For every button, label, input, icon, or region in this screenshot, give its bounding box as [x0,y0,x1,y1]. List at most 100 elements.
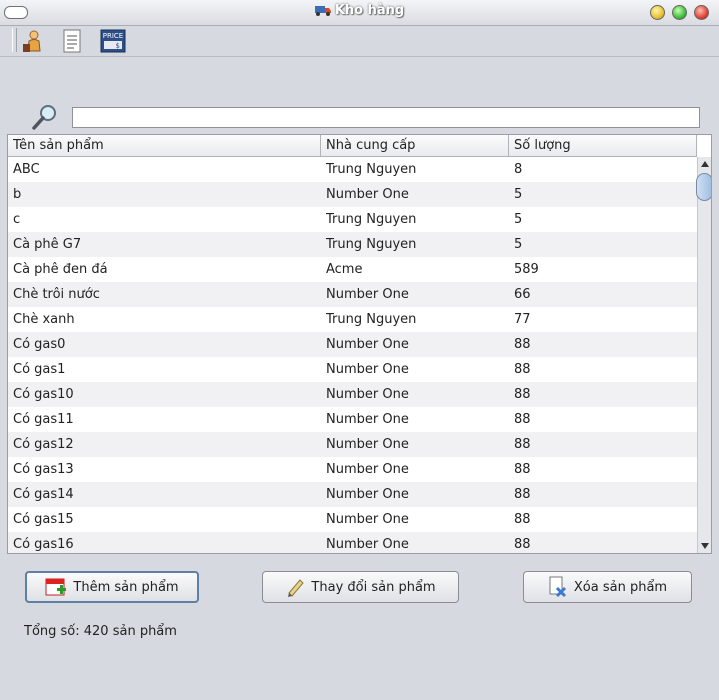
document-button[interactable] [58,27,86,55]
cell-supplier: Trung Nguyen [326,237,417,252]
scroll-thumb[interactable] [696,173,711,201]
toolbar: PRICE $ [0,26,719,57]
cell-quantity: 5 [514,187,523,202]
scroll-up-icon[interactable] [698,158,712,170]
table-row[interactable]: c Trung Nguyen 5 [8,207,697,232]
delete-product-button[interactable]: Xóa sản phẩm [523,571,692,603]
price-tag-text: PRICE [103,32,123,40]
svg-text:$: $ [116,42,120,50]
cell-product-name: b [13,187,22,202]
scroll-down-icon[interactable] [698,540,712,552]
table-row[interactable]: Có gas10 Number One 88 [8,382,697,407]
table-row[interactable]: Chè xanh Trung Nguyen 77 [8,307,697,332]
close-button[interactable] [694,5,709,20]
cell-product-name: Cà phê đen đá [13,262,108,277]
total-count: Tổng số: 420 sản phẩm [24,624,177,639]
cell-product-name: Cà phê G7 [13,237,82,252]
cell-supplier: Trung Nguyen [326,162,417,177]
vertical-scrollbar[interactable] [696,157,712,553]
table-row[interactable]: Cà phê G7 Trung Nguyen 5 [8,232,697,257]
delete-product-label: Xóa sản phẩm [573,579,668,595]
search-icon [32,105,56,130]
cell-quantity: 589 [514,262,539,277]
cell-quantity: 88 [514,387,531,402]
edit-product-button[interactable]: Thay đổi sản phẩm [262,571,459,603]
cell-product-name: Có gas14 [13,487,74,502]
cell-quantity: 88 [514,412,531,427]
truck-icon [314,6,331,16]
cell-product-name: Chè xanh [13,312,75,327]
price-tag-icon: PRICE $ [100,29,126,53]
table-row[interactable]: Có gas1 Number One 88 [8,357,697,382]
cell-quantity: 88 [514,487,531,502]
cell-product-name: Chè trôi nước [13,287,100,302]
title-bar[interactable]: Kho hàng [0,0,719,26]
document-list-icon [63,29,81,53]
cell-supplier: Number One [326,462,409,477]
cell-supplier: Number One [326,362,409,377]
column-header-supplier[interactable]: Nhà cung cấp [321,135,509,156]
column-header-product-name[interactable]: Tên sản phẩm [8,135,321,156]
cell-product-name: Có gas15 [13,512,74,527]
cell-supplier: Trung Nguyen [326,312,417,327]
cell-supplier: Trung Nguyen [326,212,417,227]
search-input[interactable] [72,107,700,128]
cell-quantity: 88 [514,462,531,477]
add-product-button[interactable]: Thêm sản phẩm [25,571,199,603]
cell-quantity: 5 [514,237,523,252]
table-row[interactable]: Có gas0 Number One 88 [8,332,697,357]
minimize-button[interactable] [650,5,665,20]
table-row[interactable]: Chè trôi nước Number One 66 [8,282,697,307]
table-row[interactable]: Có gas16 Number One 88 [8,532,697,553]
maximize-button[interactable] [672,5,687,20]
calendar-add-icon [45,578,67,596]
pencil-icon [288,579,305,597]
cell-supplier: Number One [326,437,409,452]
cell-quantity: 88 [514,437,531,452]
table-row[interactable]: ABC Trung Nguyen 8 [8,157,697,182]
cell-product-name: Có gas1 [13,362,66,377]
cell-product-name: Có gas0 [13,337,66,352]
price-button[interactable]: PRICE $ [99,27,127,55]
table-row[interactable]: Có gas12 Number One 88 [8,432,697,457]
cell-product-name: ABC [13,162,40,177]
supplier-button[interactable] [18,27,46,55]
table-row[interactable]: Cà phê đen đá Acme 589 [8,257,697,282]
cell-quantity: 8 [514,162,523,177]
table-row[interactable]: b Number One 5 [8,182,697,207]
table-row[interactable]: Có gas14 Number One 88 [8,482,697,507]
table-row[interactable]: Có gas11 Number One 88 [8,407,697,432]
table-body: ABC Trung Nguyen 8 b Number One 5 c Trung Nguye… [8,157,697,553]
table-row[interactable]: Có gas15 Number One 88 [8,507,697,532]
cell-supplier: Acme [326,262,363,277]
delete-document-icon [549,576,566,598]
edit-product-label: Thay đổi sản phẩm [311,579,436,595]
table-row[interactable]: Có gas13 Number One 88 [8,457,697,482]
cell-quantity: 88 [514,512,531,527]
cell-supplier: Number One [326,287,409,302]
cell-supplier: Number One [326,512,409,527]
column-header-quantity[interactable]: Số lượng [509,135,697,156]
cell-product-name: Có gas13 [13,462,74,477]
supplier-person-icon [23,30,41,52]
cell-supplier: Number One [326,387,409,402]
cell-quantity: 66 [514,287,531,302]
cell-supplier: Number One [326,337,409,352]
cell-quantity: 5 [514,212,523,227]
cell-supplier: Number One [326,537,409,552]
toolbar-grip[interactable] [12,28,17,52]
product-table: Tên sản phẩm Nhà cung cấp Số lượng ABC Tr… [7,134,712,554]
cell-product-name: Có gas10 [13,387,74,402]
cell-quantity: 88 [514,537,531,552]
cell-supplier: Number One [326,187,409,202]
cell-product-name: Có gas12 [13,437,74,452]
cell-product-name: Có gas11 [13,412,74,427]
window-title-text: Kho hàng [334,3,405,18]
cell-supplier: Number One [326,412,409,427]
cell-quantity: 88 [514,337,531,352]
window-title: Kho hàng [0,3,719,18]
table-header: Tên sản phẩm Nhà cung cấp Số lượng [8,135,697,157]
cell-supplier: Number One [326,487,409,502]
cell-product-name: Có gas16 [13,537,74,552]
add-product-label: Thêm sản phẩm [73,579,179,595]
